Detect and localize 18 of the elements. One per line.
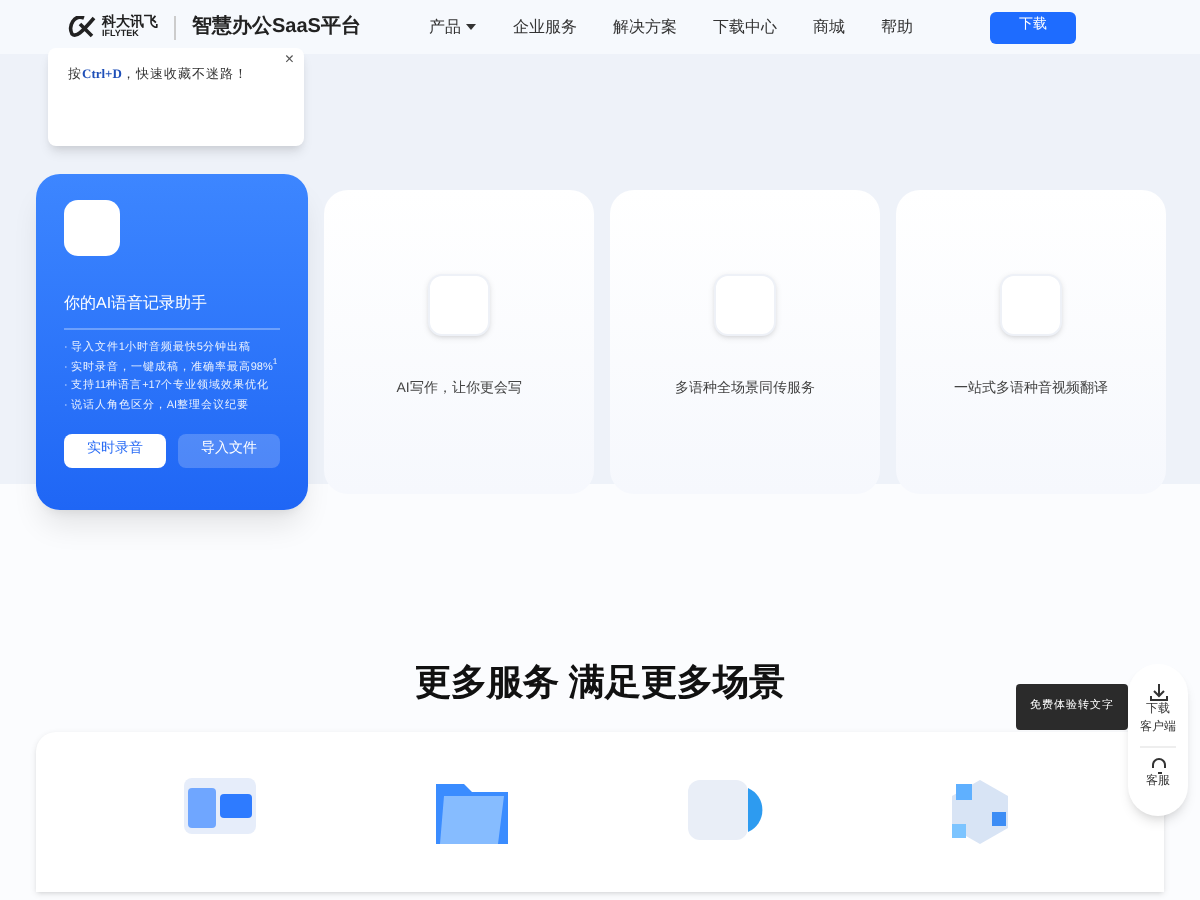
- app-icon: [64, 200, 120, 256]
- card-title: 你的AI语音记录助手: [64, 292, 210, 316]
- nav-link[interactable]: 产品: [428, 15, 477, 39]
- platform-name: 智慧办公SaaS平台: [192, 13, 361, 42]
- app-icon: [714, 274, 776, 336]
- logo-icon: [68, 16, 96, 38]
- nav-link[interactable]: 企业服务: [512, 15, 577, 39]
- close-button[interactable]: ×: [284, 52, 294, 68]
- app-icon: [1000, 274, 1062, 336]
- nav-link[interactable]: 商城: [812, 15, 845, 39]
- nav-link[interactable]: 帮助: [880, 15, 913, 39]
- section-title: 更多服务 满足更多场景: [414, 664, 785, 700]
- nav-link[interactable]: 解决方案: [612, 15, 677, 39]
- app-icon: [428, 274, 490, 336]
- download-icon: [1149, 684, 1167, 702]
- headset-icon: [1149, 756, 1167, 774]
- caret-icon: [466, 24, 477, 30]
- nav-link[interactable]: 下载中心: [712, 15, 777, 39]
